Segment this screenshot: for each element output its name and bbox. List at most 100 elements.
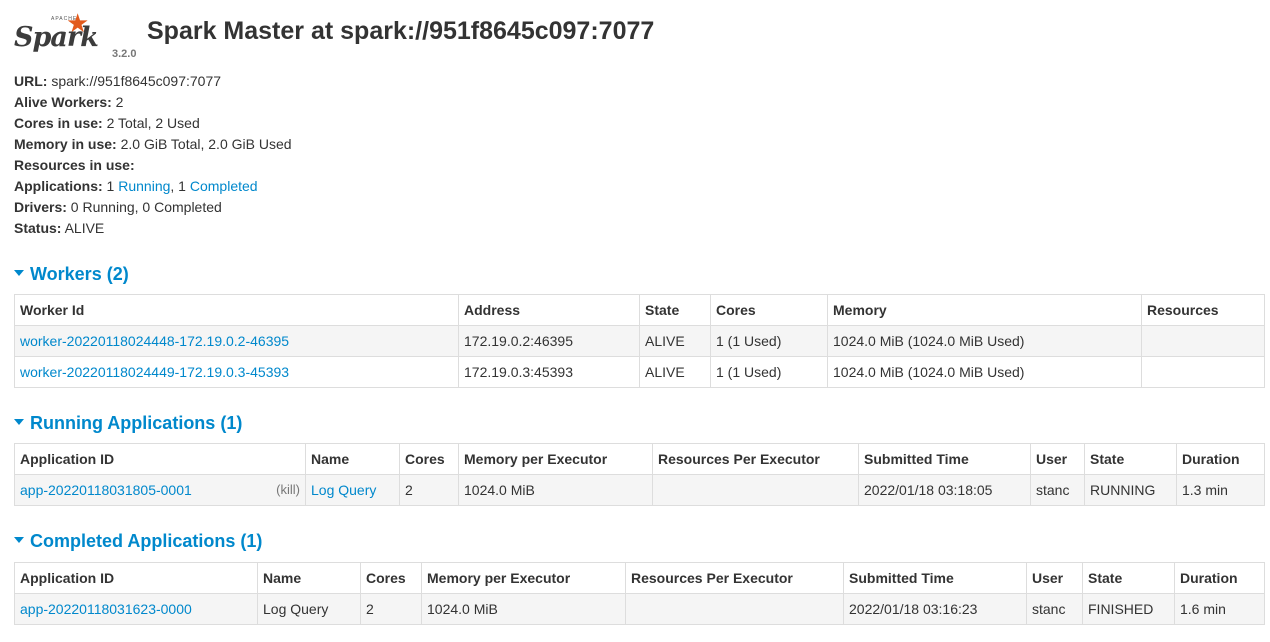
kill-app-link[interactable]: (kill) (276, 482, 300, 497)
column-header-name[interactable]: Name (257, 562, 361, 594)
application-id-link[interactable]: app-20220118031623-0000 (20, 601, 192, 617)
column-header-duration[interactable]: Duration (1176, 443, 1265, 475)
application-id-link[interactable]: app-20220118031805-0001 (20, 482, 192, 498)
completed-apps-body: app-20220118031623-0000 Log Query 2 1024.0 … (14, 593, 1265, 625)
column-header-user[interactable]: User (1030, 443, 1085, 475)
cores-value: 1 (1 Used) (716, 364, 782, 380)
address-value: 172.19.0.2:46395 (464, 333, 573, 349)
column-header-name[interactable]: Name (305, 443, 400, 475)
state-value: ALIVE (645, 333, 685, 349)
summary-cores-label: Cores in use: (14, 115, 103, 131)
worker-id-link[interactable]: worker-20220118024448-172.19.0.2-46395 (20, 333, 289, 349)
version-label: 3.2.0 (112, 48, 137, 60)
table-cell (652, 474, 859, 506)
table-cell: 172.19.0.2:46395 (458, 325, 640, 357)
user-value: stanc (1032, 601, 1066, 617)
submitted-time-value: 2022/01/18 03:16:23 (849, 601, 978, 617)
summary-url-value: spark://951f8645c097:7077 (47, 73, 222, 89)
table-row: app-20220118031805-0001 (kill) Log Query 2 1… (14, 474, 1265, 506)
user-value: stanc (1036, 482, 1070, 498)
table-cell: stanc (1026, 593, 1083, 625)
column-header-address[interactable]: Address (458, 294, 640, 326)
page-header: APACHE ★ Spark 3.2.0 Spark Master at spa… (0, 0, 1270, 64)
column-header-resources-per-executor[interactable]: Resources Per Executor (625, 562, 844, 594)
summary-cores: Cores in use: 2 Total, 2 Used (14, 113, 292, 134)
duration-value: 1.3 min (1182, 482, 1228, 498)
column-header-cores[interactable]: Cores (399, 443, 459, 475)
column-header-memory-per-executor[interactable]: Memory per Executor (458, 443, 653, 475)
completed-apps-section-toggle[interactable]: Completed Applications (1) (14, 531, 262, 552)
column-header-worker-id[interactable]: Worker Id (14, 294, 459, 326)
table-cell: app-20220118031805-0001 (kill) (14, 474, 306, 506)
column-header-cores[interactable]: Cores (360, 562, 422, 594)
column-header-state[interactable]: State (1082, 562, 1175, 594)
column-header-resources[interactable]: Resources (1141, 294, 1265, 326)
running-apps-section-toggle[interactable]: Running Applications (1) (14, 413, 242, 434)
table-cell: 172.19.0.3:45393 (458, 356, 640, 388)
table-cell: ALIVE (639, 356, 711, 388)
summary-workers: Alive Workers: 2 (14, 92, 292, 113)
table-cell: 1.6 min (1174, 593, 1265, 625)
running-apps-link[interactable]: Running (118, 178, 170, 194)
table-cell: 1024.0 MiB (1024.0 MiB Used) (827, 356, 1142, 388)
name-link[interactable]: Log Query (311, 482, 376, 498)
table-cell: 1 (1 Used) (710, 356, 828, 388)
workers-heading: Workers (2) (30, 264, 129, 284)
summary-apps-running-count: 1 (102, 178, 119, 194)
running-apps-table: Application ID Name Cores Memory per Execut… (14, 443, 1265, 506)
summary-workers-label: Alive Workers: (14, 94, 112, 110)
worker-id-link[interactable]: worker-20220118024449-172.19.0.3-45393 (20, 364, 289, 380)
column-header-duration[interactable]: Duration (1174, 562, 1265, 594)
table-cell (625, 593, 844, 625)
state-value: FINISHED (1088, 601, 1154, 617)
table-cell: 1024.0 MiB (458, 474, 653, 506)
summary-status: Status: ALIVE (14, 218, 292, 239)
column-header-state[interactable]: State (639, 294, 711, 326)
column-header-application-id[interactable]: Application ID (14, 562, 258, 594)
summary-cores-value: 2 Total, 2 Used (102, 115, 200, 131)
column-header-user[interactable]: User (1026, 562, 1083, 594)
workers-table: Worker Id Address State Cores Memory Resource… (14, 294, 1265, 388)
column-header-application-id[interactable]: Application ID (14, 443, 306, 475)
column-header-cores[interactable]: Cores (710, 294, 828, 326)
column-header-submitted-time[interactable]: Submitted Time (858, 443, 1031, 475)
summary-applications: Applications: 1 Running, 1 Completed (14, 176, 292, 197)
table-cell: 2 (360, 593, 422, 625)
collapse-arrow-icon (14, 537, 24, 544)
cores-value: 2 (405, 482, 413, 498)
completed-apps-table: Application ID Name Cores Memory per Execut… (14, 562, 1265, 625)
running-apps-heading: Running Applications (1) (30, 413, 243, 433)
column-header-resources-per-executor[interactable]: Resources Per Executor (652, 443, 859, 475)
spark-logo[interactable]: APACHE ★ Spark 3.2.0 (14, 10, 136, 60)
summary-apps-label: Applications: (14, 178, 103, 194)
memory-per-executor-value: 1024.0 MiB (464, 482, 535, 498)
summary-drivers-value: 0 Running, 0 Completed (66, 199, 222, 215)
table-cell: 2022/01/18 03:18:05 (858, 474, 1031, 506)
table-cell: worker-20220118024449-172.19.0.3-45393 (14, 356, 459, 388)
page-title: Spark Master at spark://951f8645c097:707… (147, 17, 655, 45)
table-cell: Log Query (257, 593, 361, 625)
completed-apps-link[interactable]: Completed (190, 178, 258, 194)
summary-memory: Memory in use: 2.0 GiB Total, 2.0 GiB Us… (14, 134, 292, 155)
table-row: worker-20220118024448-172.19.0.2-46395 17… (14, 325, 1265, 357)
summary-drivers: Drivers: 0 Running, 0 Completed (14, 197, 292, 218)
summary-workers-value: 2 (111, 94, 124, 110)
column-header-state[interactable]: State (1084, 443, 1177, 475)
cores-value: 2 (366, 601, 374, 617)
column-header-memory-per-executor[interactable]: Memory per Executor (421, 562, 626, 594)
table-cell: stanc (1030, 474, 1085, 506)
logo-wordmark: Spark (14, 22, 99, 53)
column-header-memory[interactable]: Memory (827, 294, 1142, 326)
state-value: ALIVE (645, 364, 685, 380)
table-cell (1141, 325, 1265, 357)
running-apps-body: app-20220118031805-0001 (kill) Log Query 2 1… (14, 474, 1265, 506)
cores-value: 1 (1 Used) (716, 333, 782, 349)
collapse-arrow-icon (14, 419, 24, 426)
column-header-submitted-time[interactable]: Submitted Time (843, 562, 1027, 594)
summary-memory-label: Memory in use: (14, 136, 117, 152)
table-row: worker-20220118024449-172.19.0.3-45393 17… (14, 356, 1265, 388)
summary-status-value: ALIVE (61, 220, 105, 236)
workers-section-toggle[interactable]: Workers (2) (14, 264, 129, 285)
running-apps-header-row: Application ID Name Cores Memory per Execut… (14, 443, 1265, 475)
table-cell (1141, 356, 1265, 388)
